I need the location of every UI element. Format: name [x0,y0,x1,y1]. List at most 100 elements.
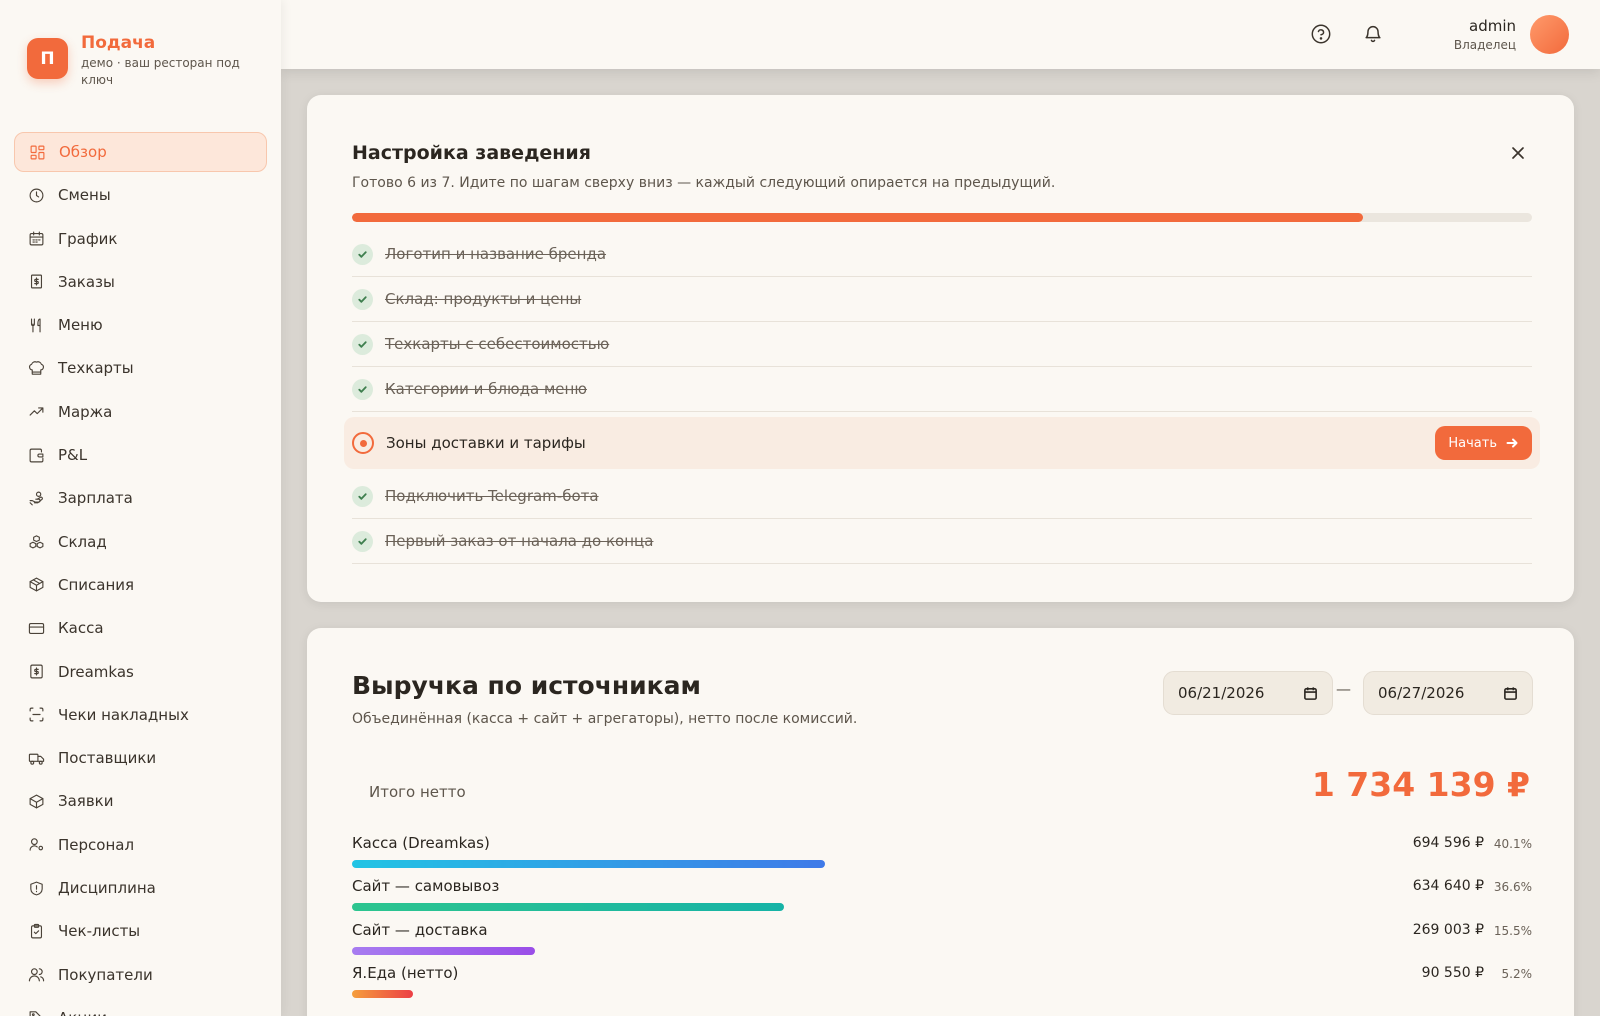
source-name: Касса (Dreamkas) [352,834,490,852]
sidebar-item-label: Персонал [58,835,135,854]
source-name: Я.Еда (нетто) [352,963,459,982]
brand-name: Подача [81,33,156,53]
sidebar-item-boxes[interactable]: Склад [14,522,267,562]
source-percent: 40.1% [1493,837,1532,851]
source-amount: 269 003 ₽ [1412,921,1484,938]
setup-step-done: Первый заказ от начала до конца [352,519,1532,564]
sidebar-item-label: Чеки накладных [58,705,189,724]
sidebar-item-label: Акции [58,1009,107,1016]
sidebar-item-credit-card[interactable]: Касса [14,608,267,648]
sidebar-item-clock[interactable]: Смены [14,175,267,215]
setup-step-done: Техкарты с себестоимостью [352,322,1532,367]
sidebar-item-label: Списания [58,575,135,594]
fork-knife-icon [27,316,45,334]
dashboard-icon [28,143,46,161]
source-percent: 36.6% [1493,880,1532,895]
date-separator: — [1336,680,1351,698]
date-from-input[interactable]: 06/21/2026 [1163,671,1333,715]
setup-step-label: Подключить Telegram-бота [385,487,599,505]
check-icon [352,485,373,507]
sidebar-item-user-gear[interactable]: Персонал [14,825,267,865]
truck-icon [27,749,45,767]
brand[interactable]: П Подача демо · ваш ресторан под ключ [27,33,246,89]
sidebar-item-receipt[interactable]: Заказы [14,262,267,302]
sidebar-item-label: Заявки [58,792,114,811]
date-from-value: 06/21/2026 [1178,684,1265,702]
close-icon[interactable] [1510,145,1528,163]
check-icon [352,333,373,355]
hand-coins-icon [27,489,45,507]
sidebar-item-shield-alert[interactable]: Дисциплина [14,868,267,908]
tag-icon [27,1009,45,1016]
revenue-sources: Касса (Dreamkas) 694 596 ₽ 40.1% Сайт — сам… [352,834,1532,1007]
sidebar-item-scan[interactable]: Чеки накладных [14,695,267,735]
check-icon [352,378,373,400]
setup-step-label: Первый заказ от начала до конца [385,532,654,550]
help-circle-icon[interactable] [1310,23,1334,47]
sidebar-item-users[interactable]: Покупатели [14,955,267,995]
sidebar-item-label: Зарплата [58,489,133,508]
setup-card: Настройка заведения Готово 6 из 7. Идите… [307,95,1574,602]
total-label: Итого нетто [369,783,466,801]
sidebar-item-calendar[interactable]: График [14,219,267,259]
start-button-label: Начать [1448,435,1497,451]
sidebar-item-label: Покупатели [58,965,153,984]
setup-step-label: Склад: продукты и цены [385,290,582,308]
source-bar [352,946,535,955]
date-to-input[interactable]: 06/27/2026 [1363,671,1533,715]
trend-up-icon [27,403,45,421]
setup-step-label: Категории и блюда меню [385,380,587,398]
sidebar-item-chef-hat[interactable]: Техкарты [14,348,267,388]
receipt-icon [27,273,45,291]
source-percent: 15.5% [1493,923,1532,938]
sidebar-item-label: P&L [58,446,88,465]
sidebar-item-trend-up[interactable]: Маржа [14,392,267,432]
clock-icon [27,186,45,204]
sidebar-item-clipboard-check[interactable]: Чек-листы [14,911,267,951]
sidebar-item-package[interactable]: Списания [14,565,267,605]
sidebar-item-fork-knife[interactable]: Меню [14,305,267,345]
brand-subtitle: демо · ваш ресторан под ключ [81,56,240,87]
total-value: 1 734 139 ₽ [1311,765,1530,804]
revenue-source-row: Сайт — самовывоз 634 640 ₽ 36.6% [352,877,1532,920]
setup-title: Настройка заведения [352,142,591,164]
setup-progress-bar [352,213,1532,222]
calendar-icon[interactable] [1503,686,1518,701]
revenue-card: Выручка по источникам Объединённая (касс… [307,628,1574,1016]
brand-logo: П [27,38,68,79]
user-name: admin [1469,17,1516,35]
sidebar-nav: Обзор Смены График Заказы Меню Техкарты Маржа P… [14,132,267,1016]
bell-icon[interactable] [1362,23,1386,47]
sidebar-item-hand-coins[interactable]: Зарплата [14,478,267,518]
setup-steps: Логотип и название бренда Склад: продукты… [344,232,1540,564]
sidebar-item-label: Дисциплина [58,879,156,898]
source-amount: 694 596 ₽ [1412,835,1484,851]
setup-step-current[interactable]: Зоны доставки и тарифы Начать [344,417,1540,469]
sidebar-item-label: Dreamkas [58,662,134,681]
setup-step-done: Логотип и название бренда [352,232,1532,277]
sidebar-item-box[interactable]: Заявки [14,781,267,821]
sidebar-item-dashboard[interactable]: Обзор [14,132,267,172]
sidebar-item-label: График [58,229,118,248]
start-button[interactable]: Начать [1435,426,1532,460]
sidebar-item-truck[interactable]: Поставщики [14,738,267,778]
arrow-right-icon [1506,438,1518,448]
sidebar-item-label: Меню [58,316,103,335]
clipboard-check-icon [27,922,45,940]
sidebar-item-receipt-dollar[interactable]: Dreamkas [14,652,267,692]
source-name: Сайт — доставка [352,920,488,939]
source-amount: 90 550 ₽ [1421,964,1484,981]
revenue-subtitle: Объединённая (касса + сайт + агрегаторы)… [352,711,858,727]
calendar-icon[interactable] [1303,686,1318,701]
wallet-icon [27,446,45,464]
user-info[interactable]: admin Владелец [1454,16,1516,54]
sidebar-item-label: Обзор [59,143,107,161]
source-bar [352,903,784,912]
avatar[interactable] [1530,15,1569,54]
sidebar: П Подача демо · ваш ресторан под ключ Об… [0,0,281,1016]
user-role: Владелец [1453,38,1516,52]
boxes-icon [27,533,45,551]
sidebar-item-tag[interactable]: Акции [14,998,267,1016]
source-percent: 5.2% [1501,966,1533,981]
sidebar-item-wallet[interactable]: P&L [14,435,267,475]
